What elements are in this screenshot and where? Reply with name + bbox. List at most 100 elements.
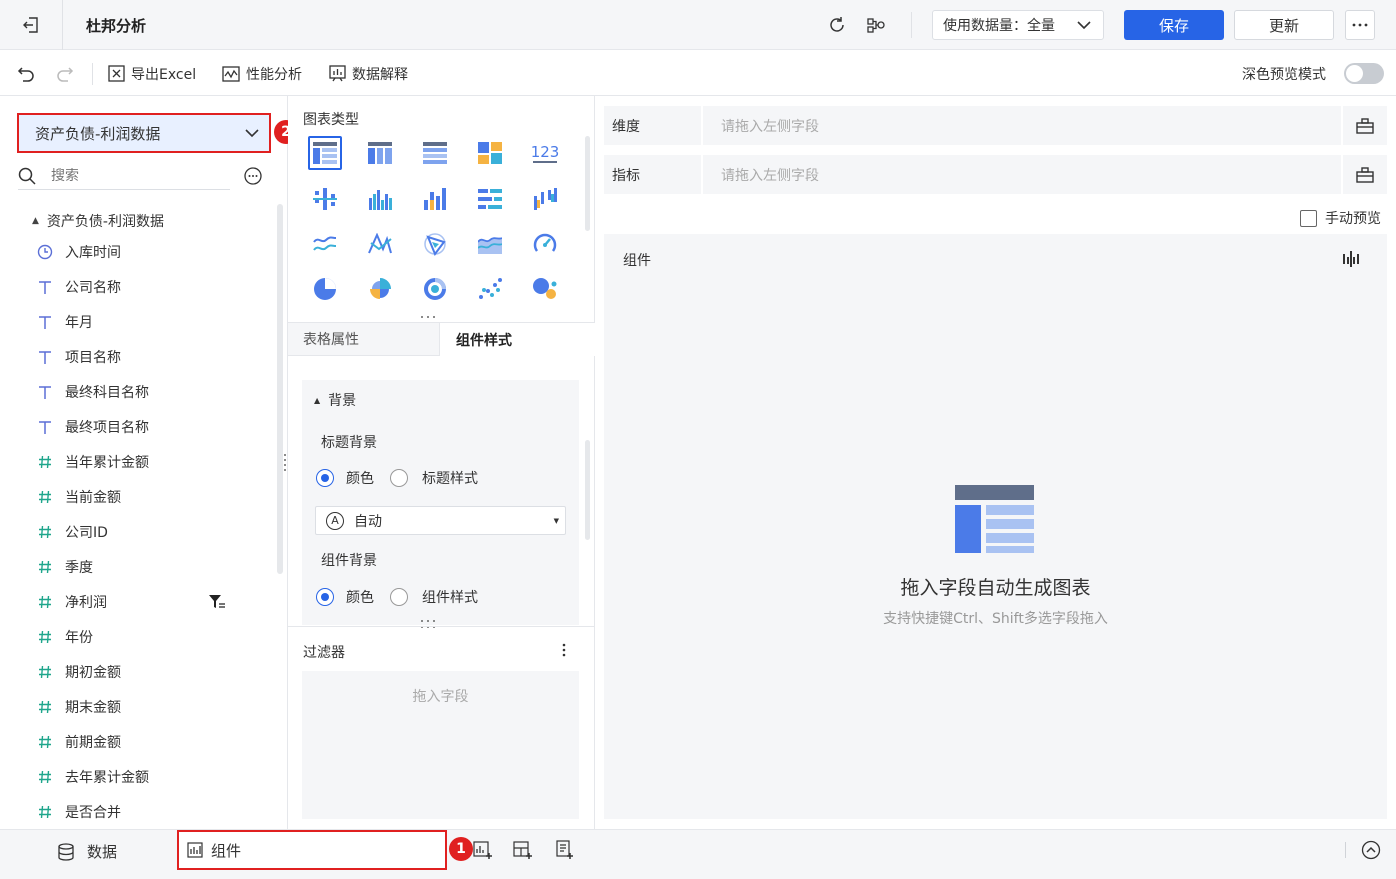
update-button[interactable]: 更新 (1234, 10, 1334, 40)
filter-drop-zone[interactable]: 拖入字段 (302, 671, 579, 819)
export-excel-button[interactable]: 导出Excel (108, 51, 196, 96)
undo-icon[interactable] (15, 63, 37, 85)
field-item[interactable]: 前期金额 (36, 731, 121, 753)
radio-unselected[interactable] (390, 469, 408, 487)
treemap-chart-icon[interactable] (473, 136, 507, 170)
line-chart-icon[interactable] (308, 227, 342, 261)
redo-icon[interactable] (54, 63, 76, 85)
data-usage-label: 使用数据量：全量 (943, 18, 1055, 34)
radar-line-chart-icon[interactable] (363, 227, 397, 261)
field-item[interactable]: 当前金额 (36, 486, 121, 508)
field-item[interactable]: 年月 (36, 311, 93, 333)
range-bar-chart-icon[interactable] (528, 182, 562, 216)
gauge-chart-icon[interactable] (528, 227, 562, 261)
field-label: 最终项目名称 (65, 420, 149, 436)
save-button[interactable]: 保存 (1124, 10, 1224, 40)
search-input[interactable] (51, 167, 221, 184)
data-usage-select[interactable]: 使用数据量：全量 (932, 10, 1104, 40)
radio-selected[interactable] (316, 469, 334, 487)
bubble-chart-icon[interactable] (528, 272, 562, 306)
dimension-drop-zone[interactable]: 请拖入左侧字段 (703, 106, 1341, 145)
field-item[interactable]: 公司名称 (36, 276, 121, 298)
tab-component-style[interactable]: 组件样式 (440, 322, 595, 356)
radio-selected[interactable] (316, 588, 334, 606)
field-item[interactable]: 项目名称 (36, 346, 121, 368)
field-item[interactable]: 去年累计金额 (36, 766, 149, 788)
component-canvas[interactable]: 组件 拖入字段自动生成图表 支持快捷键Ctrl、Shift多选字段拖入 (604, 234, 1387, 819)
tree-root[interactable]: ▲ 资产负债-利润数据 (32, 211, 164, 231)
field-item[interactable]: 年份 (36, 626, 93, 648)
dropdown-caret-icon: ▼ (553, 517, 559, 525)
data-explain-button[interactable]: 数据解释 (329, 51, 408, 96)
grouped-bar-chart-icon[interactable] (363, 182, 397, 216)
exit-icon[interactable] (20, 14, 42, 36)
field-item[interactable]: 最终科目名称 (36, 381, 149, 403)
field-item[interactable]: 当年累计金额 (36, 451, 149, 473)
dimension-label: 维度 (604, 106, 701, 145)
scatter-chart-icon[interactable] (473, 272, 507, 306)
background-header[interactable]: ▲ 背景 (314, 390, 356, 410)
kpi-card-icon[interactable]: 123 (528, 136, 562, 170)
scrollbar[interactable] (585, 136, 590, 231)
field-item[interactable]: 最终项目名称 (36, 416, 149, 438)
add-component-icon[interactable] (472, 839, 494, 861)
tab-component[interactable]: 组件 (177, 830, 447, 870)
area-chart-icon[interactable] (473, 227, 507, 261)
horizontal-bar-chart-icon[interactable] (473, 182, 507, 216)
rose-chart-icon[interactable] (363, 272, 397, 306)
component-bg-color-option[interactable]: 颜色 (316, 587, 374, 607)
field-item[interactable]: 期初金额 (36, 661, 121, 683)
measure-drop-zone[interactable]: 请拖入左侧字段 (703, 155, 1341, 194)
pie-chart-icon[interactable] (308, 272, 342, 306)
title-style-option[interactable]: 标题样式 (390, 468, 478, 488)
detail-table-icon[interactable] (418, 136, 452, 170)
color-label: 颜色 (346, 471, 374, 487)
auto-color-icon: A (326, 511, 344, 530)
tab-data[interactable]: 数据 (58, 841, 117, 862)
search-box[interactable] (18, 162, 230, 190)
donut-chart-icon[interactable] (418, 272, 452, 306)
radio-unselected[interactable] (390, 588, 408, 606)
lineage-icon[interactable] (865, 14, 887, 36)
field-label: 项目名称 (65, 350, 121, 366)
field-item[interactable]: 季度 (36, 556, 93, 578)
filter-applied-icon[interactable] (208, 594, 226, 610)
tab-table-properties[interactable]: 表格属性 (288, 322, 440, 356)
table-chart-icon[interactable] (308, 136, 342, 170)
field-label: 入库时间 (65, 245, 121, 261)
title-bg-color-option[interactable]: 颜色 (316, 468, 374, 488)
field-item[interactable]: 净利润 (36, 591, 107, 613)
measure-settings-icon[interactable] (1343, 155, 1387, 194)
background-label: 背景 (328, 393, 357, 409)
radar-chart-icon[interactable] (418, 227, 452, 261)
component-style-option[interactable]: 组件样式 (390, 587, 478, 607)
color-select[interactable]: A 自动 ▼ (315, 506, 566, 535)
field-item[interactable]: 是否合并 (36, 801, 121, 823)
manual-preview-checkbox[interactable]: 手动预览 (1300, 208, 1381, 228)
more-options-icon[interactable] (243, 166, 263, 186)
refresh-icon[interactable] (826, 14, 848, 36)
filter-more-icon[interactable] (556, 642, 572, 658)
bar-chart-icon[interactable] (418, 182, 452, 216)
field-item[interactable]: 期末金额 (36, 696, 121, 718)
dot-bar-chart-icon[interactable] (308, 182, 342, 216)
dataset-select[interactable]: 资产负债-利润数据 (17, 113, 271, 153)
performance-icon (222, 65, 240, 82)
more-icon[interactable] (1345, 10, 1375, 40)
add-story-icon[interactable] (553, 839, 575, 861)
dimension-settings-icon[interactable] (1343, 106, 1387, 145)
cross-table-icon[interactable] (363, 136, 397, 170)
add-dashboard-icon[interactable] (512, 839, 534, 861)
perf-analysis-button[interactable]: 性能分析 (222, 51, 302, 96)
dark-preview-toggle[interactable] (1344, 63, 1384, 84)
collapse-up-icon[interactable] (1360, 839, 1382, 861)
checkbox[interactable] (1300, 209, 1317, 227)
chart-settings-icon[interactable] (1341, 250, 1361, 268)
scrollbar[interactable] (277, 204, 283, 574)
title-style-label: 标题样式 (422, 471, 478, 487)
field-item[interactable]: 公司ID (36, 521, 108, 543)
scrollbar[interactable] (585, 440, 590, 540)
drag-handle-icon[interactable] (418, 618, 438, 630)
field-item[interactable]: 入库时间 (36, 241, 121, 263)
field-label: 期初金额 (65, 665, 121, 681)
